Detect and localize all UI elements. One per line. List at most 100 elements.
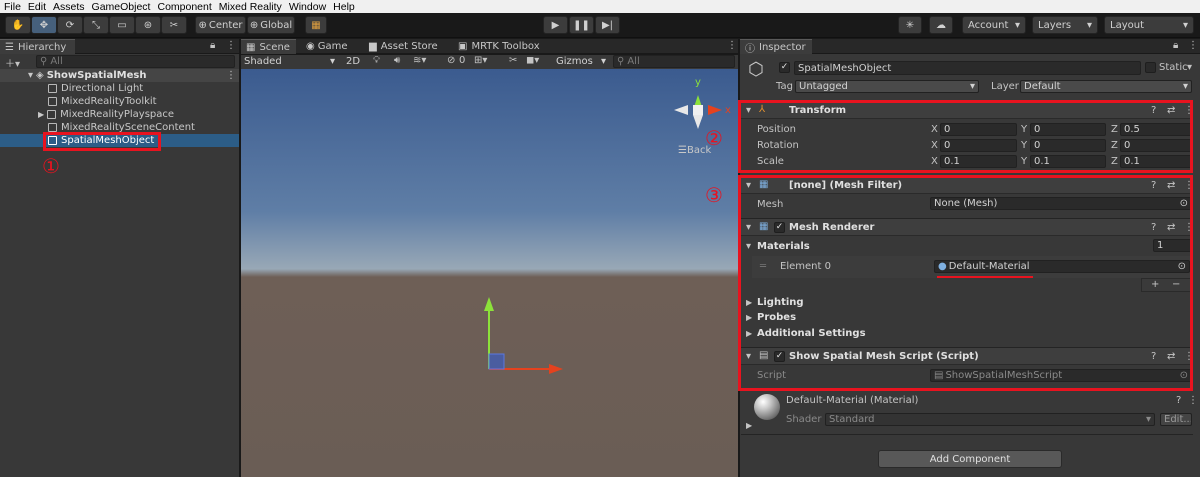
layer-dropdown[interactable]: Default ▾: [1020, 80, 1192, 93]
kebab-menu-icon[interactable]: ⋮: [1188, 40, 1198, 51]
scene-search-input[interactable]: ⚲ All: [613, 55, 735, 68]
script-header[interactable]: ▾ ▤ ✓ Show Spatial Mesh Script (Script) …: [741, 347, 1194, 365]
probes-foldout[interactable]: Probes: [757, 312, 796, 323]
z-axis-label[interactable]: Z: [1111, 124, 1118, 135]
gizmos-dropdown[interactable]: Gizmos ▾: [553, 55, 608, 68]
tag-dropdown[interactable]: Untagged ▾: [795, 80, 979, 93]
tools-icon[interactable]: ✂: [509, 55, 517, 66]
kebab-menu-icon[interactable]: ⋮: [1184, 222, 1194, 233]
scene-row[interactable]: ▾ ◈ ShowSpatialMesh ⋮: [0, 69, 239, 82]
y-axis-label[interactable]: Y: [1021, 140, 1027, 151]
transform-tool-button[interactable]: ⊛: [135, 16, 161, 34]
services-button[interactable]: ✳: [898, 16, 922, 34]
foldout-arrow-icon[interactable]: ▶: [746, 329, 752, 338]
help-icon[interactable]: ?: [1151, 180, 1156, 191]
preset-icon[interactable]: ⇄: [1167, 351, 1175, 362]
z-axis-label[interactable]: Z: [1111, 156, 1118, 167]
mesh-filter-header[interactable]: ▾ ▦ [none] (Mesh Filter) ? ⇄ ⋮: [741, 176, 1194, 194]
expand-arrow-icon[interactable]: ▾: [28, 70, 33, 81]
x-axis-label[interactable]: X: [931, 140, 938, 151]
y-axis-label[interactable]: Y: [1021, 124, 1027, 135]
static-checkbox[interactable]: [1145, 62, 1156, 73]
help-icon[interactable]: ?: [1151, 222, 1156, 233]
list-item-selected[interactable]: SpatialMeshObject: [0, 134, 239, 147]
chevron-down-icon[interactable]: ▾: [1187, 62, 1192, 73]
shading-mode-dropdown[interactable]: Shaded ▾: [241, 55, 338, 68]
rect-tool-button[interactable]: ▭: [109, 16, 135, 34]
foldout-arrow-icon[interactable]: ▾: [746, 180, 751, 191]
drag-handle-icon[interactable]: ═: [760, 261, 766, 272]
mesh-renderer-header[interactable]: ▾ ▦ ✓ Mesh Renderer ? ⇄ ⋮: [741, 218, 1194, 236]
position-z-field[interactable]: 0.5: [1120, 123, 1192, 136]
foldout-arrow-icon[interactable]: ▾: [746, 241, 751, 252]
tab-hierarchy[interactable]: ☰ Hierarchy: [0, 39, 75, 54]
menu-assets[interactable]: Assets: [53, 1, 85, 13]
help-icon[interactable]: ?: [1176, 395, 1181, 406]
plane-handle[interactable]: [488, 353, 505, 370]
move-tool-button[interactable]: ✥: [31, 16, 57, 34]
rotation-x-field[interactable]: 0: [940, 139, 1017, 152]
menu-mixed-reality[interactable]: Mixed Reality: [219, 1, 282, 13]
step-button[interactable]: ▶|: [595, 16, 620, 34]
shader-edit-button[interactable]: Edit...: [1160, 413, 1192, 426]
grid-snap-button[interactable]: ▦: [305, 16, 327, 34]
lighting-foldout[interactable]: Lighting: [757, 297, 804, 308]
materials-label[interactable]: Materials: [757, 241, 810, 252]
add-element-button[interactable]: +: [1151, 279, 1159, 290]
menu-edit[interactable]: Edit: [28, 1, 46, 13]
kebab-menu-icon[interactable]: ⋮: [727, 40, 737, 51]
list-item[interactable]: MixedRealitySceneContent: [48, 121, 195, 134]
z-axis-label[interactable]: Z: [1111, 140, 1118, 151]
expand-arrow-icon[interactable]: ▶: [38, 110, 44, 119]
transform-header[interactable]: ▾ ⅄ Transform ? ⇄ ⋮: [741, 101, 1194, 119]
kebab-menu-icon[interactable]: ⋮: [226, 70, 236, 81]
foldout-arrow-icon[interactable]: ▶: [746, 298, 752, 307]
mesh-object-field[interactable]: None (Mesh) ⊙: [930, 197, 1192, 210]
object-picker-icon[interactable]: ⊙: [1180, 198, 1188, 209]
tab-mrtk-toolbox[interactable]: ▣ MRTK Toolbox: [458, 39, 540, 54]
scene-viewport[interactable]: y x ☰Back: [241, 69, 738, 477]
foldout-arrow-icon[interactable]: ▶: [746, 421, 752, 430]
kebab-menu-icon[interactable]: ⋮: [1184, 351, 1194, 362]
rotate-tool-button[interactable]: ⟳: [57, 16, 83, 34]
play-button[interactable]: ▶: [543, 16, 568, 34]
tab-game[interactable]: ◉ Game: [306, 39, 348, 54]
pause-button[interactable]: ❚❚: [569, 16, 594, 34]
collab-button[interactable]: ☁: [929, 16, 953, 34]
account-dropdown[interactable]: Account ▾: [962, 16, 1026, 34]
x-axis-label[interactable]: X: [931, 124, 938, 135]
help-icon[interactable]: ?: [1151, 105, 1156, 116]
script-enabled-checkbox[interactable]: ✓: [774, 351, 785, 362]
kebab-menu-icon[interactable]: ⋮: [1184, 105, 1194, 116]
menu-gameobject[interactable]: GameObject: [92, 1, 151, 13]
add-dropdown-button[interactable]: ＋▾: [5, 55, 20, 70]
y-axis-arrow[interactable]: [484, 297, 494, 311]
tab-inspector[interactable]: ⓘ Inspector: [740, 39, 812, 55]
mesh-renderer-enabled-checkbox[interactable]: ✓: [774, 222, 785, 233]
global-space-button[interactable]: ⊕ Global: [247, 16, 295, 34]
scale-y-field[interactable]: 0.1: [1030, 155, 1106, 168]
hierarchy-search-input[interactable]: ⚲ All: [36, 55, 235, 68]
orientation-gizmo[interactable]: [674, 95, 722, 129]
list-item[interactable]: Directional Light: [48, 82, 143, 95]
position-y-field[interactable]: 0: [1030, 123, 1106, 136]
lock-icon[interactable]: 🔒︎: [1173, 40, 1178, 51]
x-axis-arrow[interactable]: [549, 364, 563, 374]
position-x-field[interactable]: 0: [940, 123, 1017, 136]
foldout-arrow-icon[interactable]: ▶: [746, 313, 752, 322]
object-picker-icon[interactable]: ⊙: [1178, 261, 1186, 272]
foldout-arrow-icon[interactable]: ▾: [746, 222, 751, 233]
pivot-center-button[interactable]: ⊕ Center: [195, 16, 246, 34]
hidden-objects-icon[interactable]: ⊘: [447, 55, 455, 66]
help-icon[interactable]: ?: [1151, 351, 1156, 362]
custom-tool-button[interactable]: ✂: [161, 16, 187, 34]
y-axis-label[interactable]: Y: [1021, 156, 1027, 167]
layers-dropdown[interactable]: Layers ▾: [1032, 16, 1098, 34]
x-axis-label[interactable]: X: [931, 156, 938, 167]
menu-component[interactable]: Component: [157, 1, 211, 13]
remove-element-button[interactable]: −: [1172, 279, 1180, 290]
menu-help[interactable]: Help: [333, 1, 355, 13]
preset-icon[interactable]: ⇄: [1167, 222, 1175, 233]
preset-icon[interactable]: ⇄: [1167, 105, 1175, 116]
preset-icon[interactable]: ⇄: [1167, 180, 1175, 191]
